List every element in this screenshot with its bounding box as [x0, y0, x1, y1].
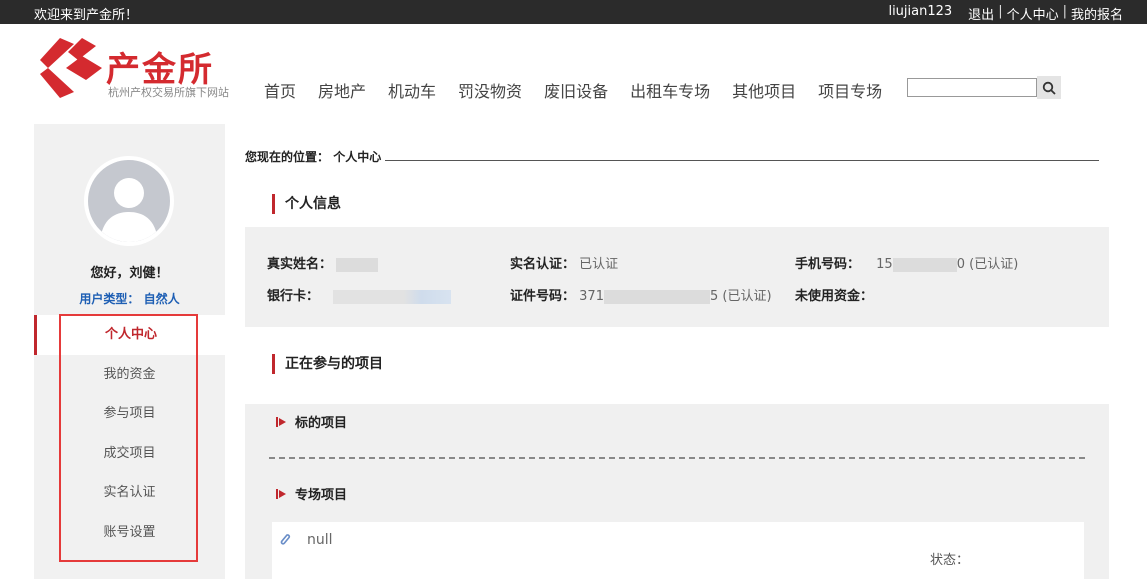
separator: | [998, 4, 1003, 19]
id-field: 证件号码： 371 5 (已认证) [510, 285, 772, 304]
real-name-label: 真实姓名： [267, 257, 333, 272]
user-type-label: 用户类型： [79, 292, 140, 306]
id-masked [603, 289, 710, 304]
phone-status: (已认证) [969, 257, 1019, 272]
personal-info-title: 个人信息 [272, 194, 341, 214]
greeting-text: 您好，刘健！ [90, 266, 169, 281]
nav-item-confiscated[interactable]: 罚没物资 [458, 78, 522, 102]
sidebar-menu: 个人中心 我的资金 参与项目 成交项目 实名认证 账号设置 [34, 315, 225, 552]
site-logo[interactable]: 产金所 杭州产权交易所旗下网站 [38, 38, 248, 99]
projects-panel: 标的项目 专场项目 null 状态： [245, 404, 1109, 579]
project-name: null [307, 532, 333, 548]
project-status-label: 状态： [930, 553, 970, 568]
target-projects-header[interactable]: 标的项目 [275, 412, 347, 431]
sidebar-item-completed[interactable]: 成交项目 [34, 434, 225, 474]
logout-link[interactable]: 退出 [968, 4, 994, 23]
id-status: (已认证) [722, 289, 772, 304]
my-signup-link[interactable]: 我的报名 [1071, 4, 1123, 23]
search-input[interactable] [907, 78, 1037, 97]
user-avatar-icon [100, 178, 158, 242]
nav-item-used-equipment[interactable]: 废旧设备 [544, 78, 608, 102]
nav-item-vehicles[interactable]: 机动车 [388, 78, 436, 102]
search-button[interactable] [1037, 76, 1061, 99]
top-bar: 欢迎来到产金所！ liujian123 退出 | 个人中心 | 我的报名 [0, 0, 1147, 24]
dashed-divider [269, 457, 1085, 459]
phone-prefix: 15 [876, 257, 893, 272]
personal-center-link[interactable]: 个人中心 [1007, 4, 1059, 23]
phone-suffix: 0 [956, 257, 965, 272]
bank-card-field: 银行卡： [267, 285, 452, 304]
logo-mark-icon [40, 38, 102, 98]
separator: | [1062, 4, 1067, 19]
sidebar: 您好，刘健！ 用户类型： 自然人 个人中心 我的资金 参与项目 成交项目 实名认… [34, 124, 225, 579]
search-box [907, 76, 1061, 99]
id-label: 证件号码： [510, 289, 576, 304]
phone-field: 手机号码： 15 0 (已认证) [795, 253, 1018, 272]
nav-item-taxi[interactable]: 出租车专场 [630, 78, 710, 102]
breadcrumb-label: 您现在的位置： [245, 150, 330, 164]
real-name-masked [336, 257, 379, 272]
top-links: liujian123 退出 | 个人中心 | 我的报名 [888, 4, 1123, 23]
user-type-value: 自然人 [143, 292, 180, 306]
phone-label: 手机号码： [795, 257, 861, 272]
nav-item-other[interactable]: 其他项目 [732, 78, 796, 102]
user-type: 用户类型： 自然人 [34, 290, 225, 307]
sidebar-item-my-funds[interactable]: 我的资金 [34, 355, 225, 395]
main-nav: 首页 房地产 机动车 罚没物资 废旧设备 出租车专场 其他项目 项目专场 [264, 78, 882, 102]
verify-field: 实名认证： 已认证 [510, 253, 618, 272]
welcome-text: 欢迎来到产金所！ [34, 8, 139, 23]
nav-item-home[interactable]: 首页 [264, 78, 296, 102]
flag-icon [276, 416, 286, 427]
avatar [84, 156, 174, 246]
paperclip-icon [280, 534, 291, 545]
bank-card-label: 银行卡： [267, 289, 320, 304]
sidebar-item-account-settings[interactable]: 账号设置 [34, 513, 225, 553]
logo-subtitle: 杭州产权交易所旗下网站 [108, 86, 229, 99]
personal-info-panel: 真实姓名： 银行卡： 实名认证： 已认证 证件号码： 371 5 (已认证) 手机… [245, 227, 1109, 327]
flag-icon [276, 488, 286, 499]
nav-item-special[interactable]: 项目专场 [818, 78, 882, 102]
special-projects-header[interactable]: 专场项目 [275, 484, 347, 503]
target-projects-label: 标的项目 [295, 416, 348, 431]
unused-funds-field: 未使用资金： [795, 285, 873, 304]
bank-card-masked [333, 289, 452, 304]
id-prefix: 371 [579, 289, 604, 304]
verify-label: 实名认证： [510, 257, 576, 272]
projects-title: 正在参与的项目 [272, 354, 383, 374]
special-projects-label: 专场项目 [295, 488, 348, 503]
project-card[interactable]: null 状态： [272, 522, 1084, 579]
username-link[interactable]: liujian123 [888, 4, 952, 23]
id-suffix: 5 [709, 289, 719, 304]
unused-funds-label: 未使用资金： [795, 289, 874, 304]
real-name-field: 真实姓名： [267, 253, 379, 272]
sidebar-item-verification[interactable]: 实名认证 [34, 473, 225, 513]
breadcrumb-text: 您现在的位置： 个人中心 [245, 150, 386, 164]
search-icon [1042, 81, 1056, 95]
nav-item-real-estate[interactable]: 房地产 [318, 78, 366, 102]
breadcrumb-current: 个人中心 [333, 150, 382, 164]
phone-masked [892, 257, 957, 272]
breadcrumb: 您现在的位置： 个人中心 [245, 148, 1099, 164]
sidebar-item-participated[interactable]: 参与项目 [34, 394, 225, 434]
sidebar-item-personal-center[interactable]: 个人中心 [34, 315, 225, 355]
verify-value: 已认证 [579, 257, 619, 272]
